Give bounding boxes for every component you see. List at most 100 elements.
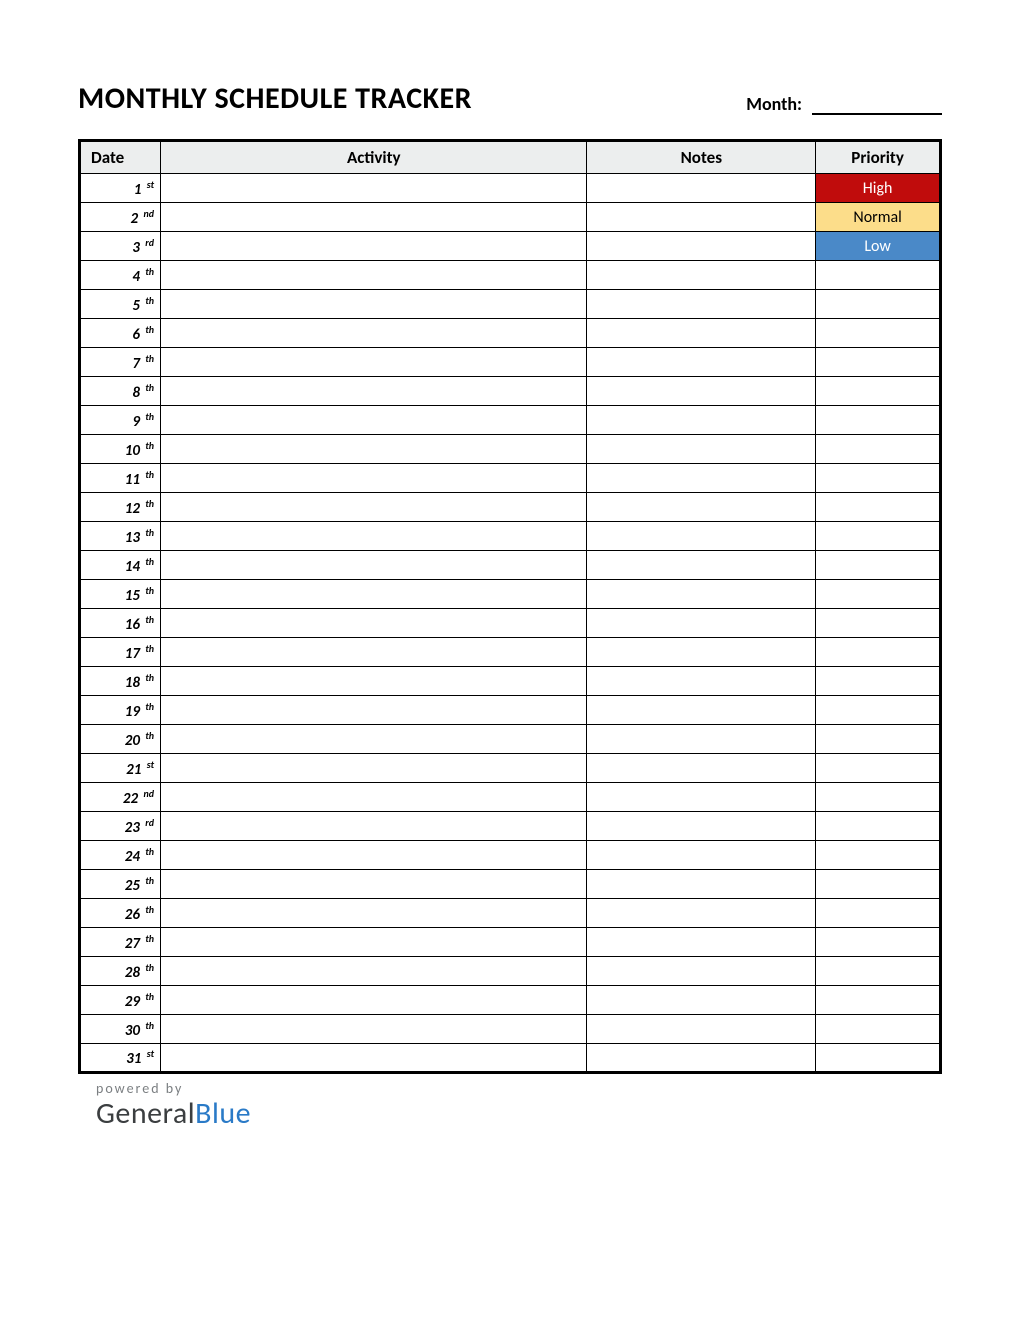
activity-input[interactable] — [167, 783, 580, 811]
priority-cell[interactable] — [816, 696, 941, 725]
priority-cell[interactable] — [816, 464, 941, 493]
notes-input[interactable] — [593, 203, 809, 231]
notes-input[interactable] — [593, 1015, 809, 1043]
activity-input[interactable] — [167, 696, 580, 724]
notes-input[interactable] — [593, 841, 809, 869]
priority-cell[interactable]: High — [816, 174, 941, 203]
notes-input[interactable] — [593, 899, 809, 927]
activity-input[interactable] — [167, 174, 580, 202]
priority-cell[interactable] — [816, 957, 941, 986]
notes-input[interactable] — [593, 232, 809, 260]
notes-input[interactable] — [593, 493, 809, 521]
activity-input[interactable] — [167, 493, 580, 521]
activity-input[interactable] — [167, 609, 580, 637]
activity-input[interactable] — [167, 580, 580, 608]
notes-input[interactable] — [593, 522, 809, 550]
priority-cell[interactable] — [816, 377, 941, 406]
col-header-activity: Activity — [161, 141, 587, 174]
activity-input[interactable] — [167, 522, 580, 550]
priority-cell[interactable] — [816, 725, 941, 754]
activity-input[interactable] — [167, 638, 580, 666]
priority-cell[interactable] — [816, 580, 941, 609]
notes-input[interactable] — [593, 1044, 809, 1071]
activity-input[interactable] — [167, 667, 580, 695]
priority-cell[interactable] — [816, 348, 941, 377]
activity-input[interactable] — [167, 435, 580, 463]
notes-input[interactable] — [593, 667, 809, 695]
activity-input[interactable] — [167, 232, 580, 260]
notes-input[interactable] — [593, 638, 809, 666]
priority-cell[interactable]: Low — [816, 232, 941, 261]
activity-input[interactable] — [167, 841, 580, 869]
activity-input[interactable] — [167, 957, 580, 985]
priority-cell[interactable] — [816, 754, 941, 783]
priority-cell[interactable] — [816, 319, 941, 348]
priority-cell[interactable] — [816, 812, 941, 841]
notes-input[interactable] — [593, 290, 809, 318]
priority-cell[interactable] — [816, 1015, 941, 1044]
priority-cell[interactable] — [816, 667, 941, 696]
table-row: 4 th — [80, 261, 941, 290]
activity-input[interactable] — [167, 1015, 580, 1043]
notes-input[interactable] — [593, 319, 809, 347]
notes-input[interactable] — [593, 783, 809, 811]
priority-cell[interactable] — [816, 870, 941, 899]
footer: powered by GeneralBlue — [96, 1080, 942, 1132]
priority-cell[interactable] — [816, 406, 941, 435]
activity-input[interactable] — [167, 203, 580, 231]
date-cell: 10 th — [80, 435, 161, 464]
priority-cell[interactable] — [816, 899, 941, 928]
priority-cell[interactable] — [816, 783, 941, 812]
priority-cell[interactable]: Normal — [816, 203, 941, 232]
notes-cell — [587, 261, 816, 290]
notes-input[interactable] — [593, 406, 809, 434]
notes-input[interactable] — [593, 348, 809, 376]
activity-input[interactable] — [167, 348, 580, 376]
notes-input[interactable] — [593, 609, 809, 637]
priority-cell[interactable] — [816, 493, 941, 522]
notes-input[interactable] — [593, 812, 809, 840]
activity-input[interactable] — [167, 870, 580, 898]
activity-input[interactable] — [167, 754, 580, 782]
notes-input[interactable] — [593, 957, 809, 985]
notes-input[interactable] — [593, 580, 809, 608]
activity-input[interactable] — [167, 986, 580, 1014]
activity-input[interactable] — [167, 899, 580, 927]
priority-cell[interactable] — [816, 1044, 941, 1073]
activity-input[interactable] — [167, 406, 580, 434]
notes-input[interactable] — [593, 174, 809, 202]
month-input[interactable] — [812, 94, 942, 115]
activity-input[interactable] — [167, 377, 580, 405]
notes-cell — [587, 1015, 816, 1044]
activity-input[interactable] — [167, 464, 580, 492]
activity-input[interactable] — [167, 551, 580, 579]
activity-input[interactable] — [167, 261, 580, 289]
activity-input[interactable] — [167, 319, 580, 347]
priority-cell[interactable] — [816, 290, 941, 319]
priority-cell[interactable] — [816, 435, 941, 464]
priority-cell[interactable] — [816, 986, 941, 1015]
priority-cell[interactable] — [816, 841, 941, 870]
notes-input[interactable] — [593, 696, 809, 724]
priority-cell[interactable] — [816, 638, 941, 667]
notes-input[interactable] — [593, 435, 809, 463]
activity-input[interactable] — [167, 290, 580, 318]
notes-input[interactable] — [593, 928, 809, 956]
notes-input[interactable] — [593, 377, 809, 405]
priority-cell[interactable] — [816, 551, 941, 580]
activity-input[interactable] — [167, 928, 580, 956]
notes-input[interactable] — [593, 725, 809, 753]
notes-input[interactable] — [593, 551, 809, 579]
notes-input[interactable] — [593, 261, 809, 289]
activity-input[interactable] — [167, 725, 580, 753]
priority-cell[interactable] — [816, 522, 941, 551]
notes-input[interactable] — [593, 870, 809, 898]
activity-input[interactable] — [167, 812, 580, 840]
notes-input[interactable] — [593, 464, 809, 492]
priority-cell[interactable] — [816, 609, 941, 638]
priority-cell[interactable] — [816, 261, 941, 290]
notes-input[interactable] — [593, 986, 809, 1014]
activity-input[interactable] — [167, 1044, 580, 1071]
priority-cell[interactable] — [816, 928, 941, 957]
notes-input[interactable] — [593, 754, 809, 782]
